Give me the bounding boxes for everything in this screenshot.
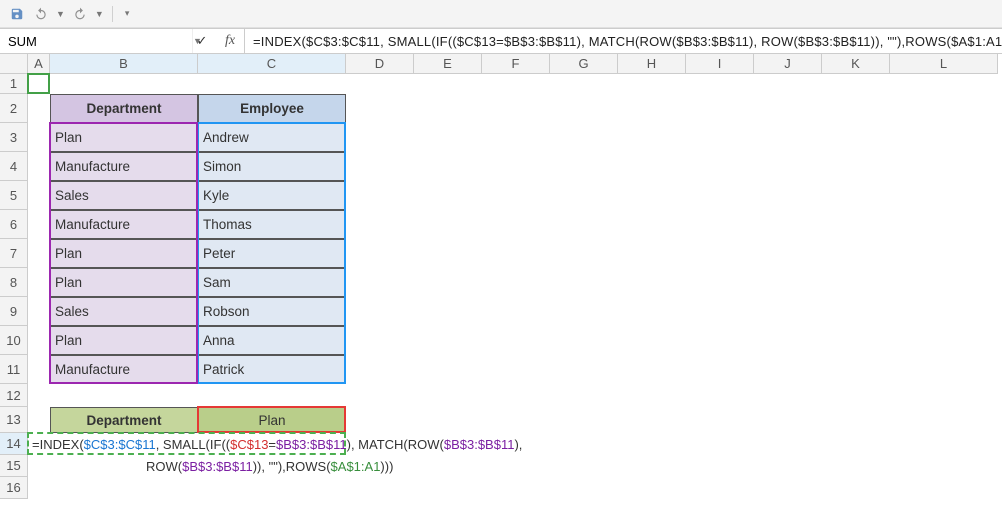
select-all-corner[interactable] [0,54,28,74]
row-header-7[interactable]: 7 [0,239,28,268]
header-employee[interactable]: Employee [198,94,346,123]
cell-emp-3[interactable]: Andrew [198,123,346,152]
column-header-J[interactable]: J [754,54,822,74]
cell-emp-6[interactable]: Thomas [198,210,346,239]
cell-dept-5[interactable]: Sales [50,181,198,210]
row-header-4[interactable]: 4 [0,152,28,181]
row-header-6[interactable]: 6 [0,210,28,239]
cell-dept-6[interactable]: Manufacture [50,210,198,239]
row-header-13[interactable]: 13 [0,407,28,433]
lookup-value[interactable]: Plan [198,407,346,433]
formula-bar: ▼ ✕ ✓ fx =INDEX($C$3:$C$11, SMALL(IF(($C… [0,28,1002,54]
name-box-dropdown-icon[interactable]: ▼ [192,29,202,53]
cell-emp-7[interactable]: Peter [198,239,346,268]
name-box[interactable] [0,29,192,53]
cell-dept-7[interactable]: Plan [50,239,198,268]
ref-range-A1 [27,73,50,94]
column-header-C[interactable]: C [198,54,346,74]
column-header-K[interactable]: K [822,54,890,74]
formula-input[interactable]: =INDEX($C$3:$C$11, SMALL(IF(($C$13=$B$3:… [245,29,1002,53]
cell-emp-5[interactable]: Kyle [198,181,346,210]
column-header-B[interactable]: B [50,54,198,74]
row-header-8[interactable]: 8 [0,268,28,297]
undo-icon[interactable] [32,5,50,23]
column-header-F[interactable]: F [482,54,550,74]
header-department[interactable]: Department [50,94,198,123]
row-header-10[interactable]: 10 [0,326,28,355]
row-header-11[interactable]: 11 [0,355,28,384]
cell-dept-11[interactable]: Manufacture [50,355,198,384]
column-header-L[interactable]: L [890,54,998,74]
row-header-14[interactable]: 14 [0,433,28,455]
cell-dept-4[interactable]: Manufacture [50,152,198,181]
row-header-9[interactable]: 9 [0,297,28,326]
cell-dept-9[interactable]: Sales [50,297,198,326]
row-header-3[interactable]: 3 [0,123,28,152]
row-header-12[interactable]: 12 [0,384,28,407]
lookup-label[interactable]: Department [50,407,198,433]
cell-emp-9[interactable]: Robson [198,297,346,326]
customize-qat-icon[interactable]: ▾ [125,8,130,19]
quick-access-toolbar: ▼ ▼ ▾ [0,0,1002,28]
row-header-5[interactable]: 5 [0,181,28,210]
column-header-D[interactable]: D [346,54,414,74]
undo-dropdown-icon[interactable]: ▼ [56,9,65,19]
formula-cell-line2[interactable]: ROW($B$3:$B$11)), ""),ROWS($A$1:A1))) [142,455,542,477]
fx-icon: fx [225,33,235,49]
cell-emp-11[interactable]: Patrick [198,355,346,384]
row-header-15[interactable]: 15 [0,455,28,477]
cell-dept-8[interactable]: Plan [50,268,198,297]
cell-emp-4[interactable]: Simon [198,152,346,181]
save-icon[interactable] [8,5,26,23]
column-header-A[interactable]: A [28,54,50,74]
row-header-16[interactable]: 16 [0,477,28,499]
column-header-E[interactable]: E [414,54,482,74]
column-header-G[interactable]: G [550,54,618,74]
row-header-2[interactable]: 2 [0,94,28,123]
redo-icon[interactable] [71,5,89,23]
cell-dept-10[interactable]: Plan [50,326,198,355]
column-header-I[interactable]: I [686,54,754,74]
formula-cell-line1[interactable]: =INDEX($C$3:$C$11, SMALL(IF(($C$13=$B$3:… [28,433,548,455]
redo-dropdown-icon[interactable]: ▼ [95,9,104,19]
cell-emp-10[interactable]: Anna [198,326,346,355]
cell-dept-3[interactable]: Plan [50,123,198,152]
cell-emp-8[interactable]: Sam [198,268,346,297]
row-header-1[interactable]: 1 [0,74,28,94]
worksheet-grid[interactable]: ABCDEFGHIJKL 12345678910111213141516 Dep… [0,54,1002,508]
insert-function-button[interactable]: fx [216,29,244,53]
column-header-H[interactable]: H [618,54,686,74]
